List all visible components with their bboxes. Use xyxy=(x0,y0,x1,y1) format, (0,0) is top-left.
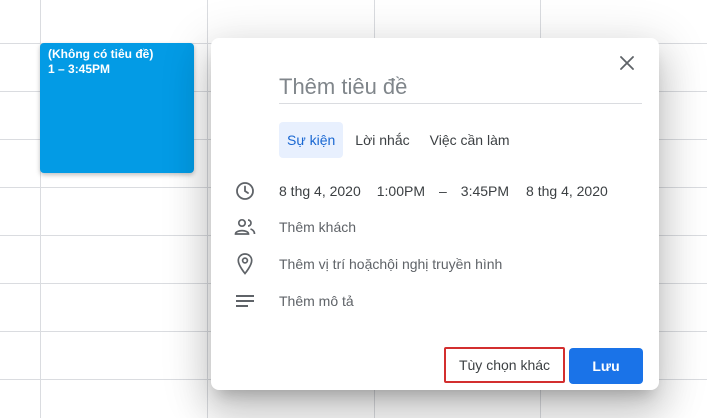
tab-event[interactable]: Sự kiện xyxy=(279,122,344,158)
save-button[interactable]: Lưu xyxy=(569,348,643,384)
more-options-button[interactable]: Tùy chọn khác xyxy=(444,347,565,383)
guests-row[interactable]: Thêm khách xyxy=(233,215,356,239)
add-description-label: Thêm mô tả xyxy=(279,293,354,309)
tab-reminder[interactable]: Lời nhắc xyxy=(347,122,417,158)
notes-icon xyxy=(233,289,257,313)
add-guests-label: Thêm khách xyxy=(279,219,357,235)
quick-event-dialog: Sự kiện Lời nhắc Việc cần làm 8 thg 4, 2… xyxy=(211,38,659,390)
more-options-label: Tùy chọn khác xyxy=(458,357,551,373)
close-icon xyxy=(620,56,634,70)
location-row[interactable]: Thêm vị trí hoặchội nghị truyền hình xyxy=(233,252,502,276)
event-type-tabs: Sự kiện Lời nhắc Việc cần làm xyxy=(279,122,518,158)
add-location-label: Thêm vị trí hoặchội nghị truyền hình xyxy=(279,256,503,272)
start-date[interactable]: 8 thg 4, 2020 xyxy=(279,183,361,199)
time-separator: – xyxy=(439,183,447,199)
grid-line xyxy=(207,0,208,418)
location-pin-icon xyxy=(233,252,257,276)
tab-task[interactable]: Việc cần làm xyxy=(422,122,518,158)
description-row[interactable]: Thêm mô tả xyxy=(233,289,354,313)
end-time[interactable]: 3:45PM xyxy=(461,183,509,199)
event-title-input[interactable] xyxy=(279,71,642,104)
end-date[interactable]: 8 thg 4, 2020 xyxy=(526,183,608,199)
event-time: 1 – 3:45PM xyxy=(48,62,111,76)
clock-icon xyxy=(233,179,257,203)
start-time[interactable]: 1:00PM xyxy=(377,183,425,199)
people-icon xyxy=(233,215,257,239)
datetime-row: 8 thg 4, 2020 1:00PM – 3:45PM 8 thg 4, 2… xyxy=(233,179,608,203)
event-title: (Không có tiêu đề) xyxy=(48,47,154,61)
event-chip[interactable]: (Không có tiêu đề) 1 – 3:45PM xyxy=(40,43,194,173)
save-label: Lưu xyxy=(592,358,620,374)
